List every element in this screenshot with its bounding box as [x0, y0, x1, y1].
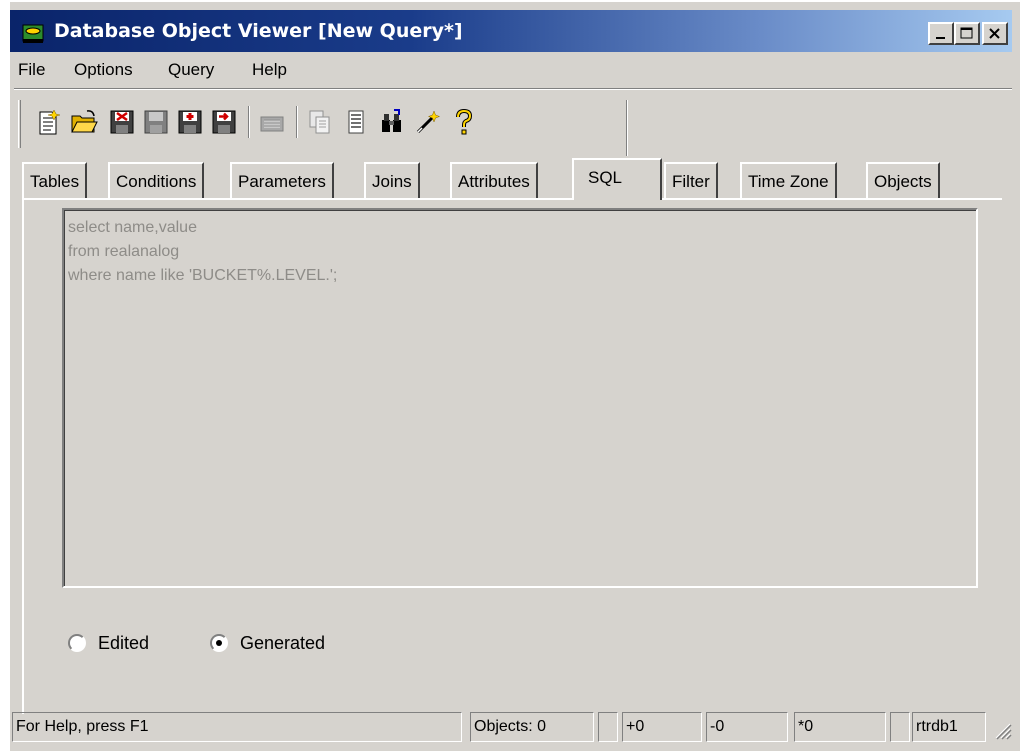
toolbar-grip[interactable]: [18, 100, 21, 148]
tab-label: Tables: [30, 172, 80, 191]
tab-parameters[interactable]: Parameters: [230, 162, 334, 198]
tab-label: Conditions: [116, 172, 197, 191]
radio-circle[interactable]: [68, 634, 86, 652]
tab-objects[interactable]: Objects: [866, 162, 940, 198]
minimize-button[interactable]: [928, 22, 954, 45]
menu-query[interactable]: Query: [168, 60, 214, 80]
title-bar[interactable]: Database Object Viewer [New Query*]: [10, 10, 1012, 52]
status-modified: *0: [794, 712, 886, 742]
status-database: rtrdb1: [912, 712, 986, 742]
tab-label: Attributes: [458, 172, 530, 191]
toolbar-end-separator: [626, 100, 628, 156]
help-icon[interactable]: [450, 108, 478, 136]
tab-filter[interactable]: Filter: [664, 162, 718, 198]
status-removed: -0: [706, 712, 788, 742]
sql-line: select name,value: [68, 219, 197, 236]
save-add-icon[interactable]: [176, 108, 204, 136]
open-folder-icon[interactable]: [70, 108, 98, 136]
sql-line: where name like 'BUCKET%.LEVEL.';: [68, 267, 338, 284]
close-button[interactable]: [982, 22, 1008, 45]
menu-bar: File Options Query Help: [10, 54, 1012, 88]
list-icon[interactable]: [342, 108, 370, 136]
tab-conditions[interactable]: Conditions: [108, 162, 205, 198]
save-icon[interactable]: [142, 108, 170, 136]
save-delete-icon[interactable]: [108, 108, 136, 136]
edited-radio[interactable]: Edited: [68, 630, 149, 656]
toolbar: [14, 92, 634, 156]
tab-label: Joins: [372, 172, 412, 191]
tab-label: Objects: [874, 172, 932, 191]
tab-time-zone[interactable]: Time Zone: [740, 162, 837, 198]
menu-options[interactable]: Options: [74, 60, 133, 80]
app-window: Database Object Viewer [New Query*] File…: [8, 0, 1020, 751]
status-help: For Help, press F1: [12, 712, 462, 742]
status-blank-pane: [890, 712, 910, 742]
app-icon[interactable]: [22, 22, 44, 44]
binoculars-icon[interactable]: [378, 108, 406, 136]
tab-strip: Tables Conditions Parameters Joins Attri…: [22, 158, 1012, 200]
status-added: +0: [622, 712, 702, 742]
radio-circle[interactable]: [210, 634, 228, 652]
sql-line: from realanalog: [68, 243, 180, 260]
tab-label: Parameters: [238, 172, 326, 191]
minimize-icon: [936, 37, 945, 39]
toolbar-separator-1: [248, 106, 250, 138]
tab-sql[interactable]: SQL: [572, 158, 662, 200]
copy-icon[interactable]: [306, 108, 334, 136]
toolbar-separator-2: [296, 106, 298, 138]
tab-label: SQL: [588, 168, 623, 187]
tab-label: Time Zone: [748, 172, 829, 191]
camera-icon[interactable]: [258, 108, 286, 136]
close-icon: [989, 28, 1000, 39]
tab-joins[interactable]: Joins: [364, 162, 420, 198]
generated-radio[interactable]: Generated: [210, 630, 325, 656]
status-objects: Objects: 0: [470, 712, 594, 742]
save-export-icon[interactable]: [210, 108, 238, 136]
tab-label: Filter: [672, 172, 710, 191]
maximize-button[interactable]: [954, 22, 980, 45]
status-blank-pane: [598, 712, 618, 742]
maximize-icon: [960, 27, 973, 39]
sql-text-area[interactable]: select name,value from realanalog where …: [62, 208, 978, 588]
resize-grip-icon[interactable]: [992, 720, 1012, 740]
tab-attributes[interactable]: Attributes: [450, 162, 538, 198]
radio-selected-dot: [216, 640, 222, 646]
edited-radio-label[interactable]: Edited: [98, 633, 149, 654]
generated-radio-label[interactable]: Generated: [240, 633, 325, 654]
new-query-icon[interactable]: [34, 108, 62, 136]
menu-help[interactable]: Help: [252, 60, 287, 80]
menu-file[interactable]: File: [18, 60, 45, 80]
magic-wand-icon[interactable]: [414, 108, 442, 136]
toolbar-separator: [14, 88, 1012, 90]
window-title: Database Object Viewer [New Query*]: [54, 20, 463, 42]
status-bar: For Help, press F1 Objects: 0 +0 -0 *0 r…: [10, 706, 1012, 744]
tab-tables[interactable]: Tables: [22, 162, 88, 198]
